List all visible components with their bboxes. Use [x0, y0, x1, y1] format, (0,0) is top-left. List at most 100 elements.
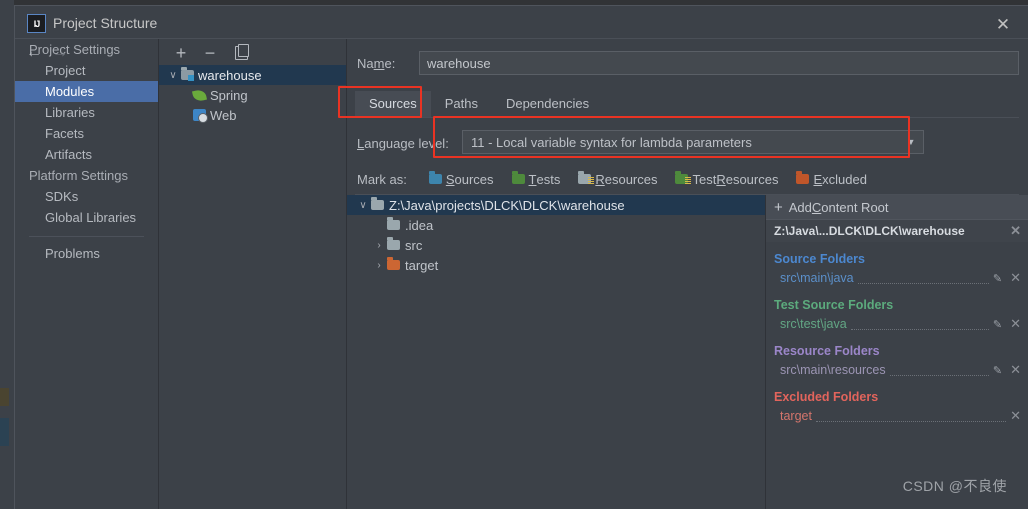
folder-entry[interactable]: src\main\java ✎ ✕ — [774, 268, 1028, 288]
folder-entry[interactable]: target ✕ — [774, 406, 1028, 426]
module-toolbar: + − — [159, 39, 346, 67]
module-name-label: Name: — [357, 56, 395, 71]
web-globe-icon — [193, 109, 208, 123]
sidebar-item-facets[interactable]: Facets — [15, 123, 158, 144]
content-root-tree-row[interactable]: ∨ Z:\Java\projects\DLCK\DLCK\warehouse — [347, 195, 765, 215]
add-content-root-label-post: ontent Root — [821, 199, 889, 215]
sidebar-item-sdks[interactable]: SDKs — [15, 186, 158, 207]
dialog-body: IJ Project Structure ✕ ← → Project Setti… — [14, 5, 1028, 509]
copy-module-button[interactable] — [231, 43, 251, 63]
watermark: CSDN @不良使 — [902, 478, 1007, 494]
sidebar-group-label: Platform Settings — [29, 168, 128, 183]
back-arrow-icon[interactable]: ← — [23, 43, 45, 63]
mark-as-label-post: esources — [604, 171, 658, 187]
chevron-down-icon[interactable]: ▼ — [899, 137, 923, 147]
language-level-dropdown[interactable]: 11 - Local variable syntax for lambda pa… — [462, 130, 924, 154]
forward-arrow-icon[interactable]: → — [49, 43, 71, 63]
close-icon[interactable]: ✕ — [991, 14, 1015, 34]
copy-icon — [234, 44, 249, 60]
content-root-tree-row[interactable]: › src — [347, 235, 765, 255]
content-root-tree-row[interactable]: › target — [347, 255, 765, 275]
module-editor: Name: SourcesPathsDependencies Language … — [347, 39, 1028, 509]
folder-excluded-icon — [796, 171, 810, 184]
folder-group: Source Folders src\main\java ✎ ✕ — [766, 252, 1028, 288]
mark-as-sources[interactable]: Sources — [428, 171, 494, 187]
language-level-value: 11 - Local variable syntax for lambda pa… — [471, 134, 752, 150]
intellij-logo-icon: IJ — [27, 14, 46, 33]
tab-paths[interactable]: Paths — [431, 91, 492, 117]
folder-group: Resource Folders src\main\resources ✎ ✕ — [766, 344, 1028, 380]
add-content-root-label-pre: Add — [788, 199, 812, 215]
mark-as-mnemonic: T — [528, 171, 537, 187]
editor-tabs: Sources Paths Dependencies — [355, 91, 603, 117]
folder-entry[interactable]: src\test\java ✎ ✕ — [774, 314, 1028, 334]
remove-folder-icon[interactable]: ✕ — [1010, 316, 1021, 332]
add-content-root-button[interactable]: + Add Content Root — [766, 195, 1028, 219]
mark-as-tests[interactable]: Tests — [511, 171, 560, 187]
tab-dependencies[interactable]: Dependencies — [492, 91, 603, 117]
chevron-icon[interactable]: › — [371, 240, 387, 251]
folder-entry-path: src\main\resources — [780, 363, 886, 377]
add-content-root-mnemonic: C — [811, 199, 822, 215]
folder-entry[interactable]: src\main\resources ✎ ✕ — [774, 360, 1028, 380]
mark-as-label-pre: Test — [692, 171, 717, 187]
sidebar-list: Project Settings Project Modules Libraries F… — [15, 39, 158, 264]
remove-folder-icon[interactable]: ✕ — [1010, 408, 1021, 424]
edit-pencil-icon[interactable]: ✎ — [993, 318, 1002, 331]
edit-pencil-icon[interactable]: ✎ — [993, 272, 1002, 285]
folder-group-title: Excluded Folders — [774, 390, 879, 404]
mark-as-resources[interactable]: Resources — [578, 171, 658, 187]
module-tree-row-facet[interactable]: Web — [159, 105, 346, 125]
content-root-details: + Add Content Root Z:\Java\...DLCK\DLCK\… — [766, 195, 1028, 509]
name-label-mnemonic: m — [373, 56, 385, 71]
folder-group-title: Resource Folders — [774, 344, 880, 358]
content-root-tree-label: Z:\Java\projects\DLCK\DLCK\warehouse — [389, 197, 625, 213]
folder-gray-icon — [371, 197, 384, 210]
module-tree: ∨ warehouse Spring Web — [159, 65, 346, 125]
mark-as-excluded[interactable]: Excluded — [796, 171, 867, 187]
sidebar-item-libraries[interactable]: Libraries — [15, 102, 158, 123]
remove-module-button[interactable]: − — [200, 43, 220, 63]
chevron-icon[interactable]: ∨ — [355, 200, 371, 211]
mark-as-options: Sources Tests Resources Test Resources Exclu… — [428, 171, 885, 187]
content-roots-area: ∨ Z:\Java\projects\DLCK\DLCK\warehouse .id… — [347, 195, 1028, 509]
folder-group-title: Source Folders — [774, 252, 865, 266]
chevron-icon[interactable]: › — [371, 260, 387, 271]
module-tree-row-facet[interactable]: Spring — [159, 85, 346, 105]
tabs-divider — [355, 117, 1019, 118]
sidebar-divider — [29, 236, 144, 237]
module-name-input[interactable] — [419, 51, 1019, 75]
name-label-post: e: — [384, 56, 396, 71]
folder-entry-path: src\main\java — [780, 271, 854, 285]
chevron-down-icon[interactable]: ∨ — [165, 70, 181, 81]
language-label-rest: anguage level: — [364, 136, 449, 151]
mark-as-row: Mark as: Sources Tests Resources Test Resou… — [357, 169, 885, 189]
content-root-tree-label: target — [405, 257, 439, 273]
sidebar-item-global-libraries[interactable]: Global Libraries — [15, 207, 158, 228]
mark-as-label-post: xcluded — [822, 171, 867, 187]
spring-leaf-icon — [191, 88, 208, 102]
add-module-button[interactable]: + — [171, 43, 191, 63]
sidebar-item-problems[interactable]: Problems — [15, 243, 158, 264]
edit-pencil-icon[interactable]: ✎ — [993, 364, 1002, 377]
mark-as-test-resources[interactable]: Test Resources — [675, 171, 778, 187]
content-root-tree-row[interactable]: .idea — [347, 215, 765, 235]
remove-folder-icon[interactable]: ✕ — [1010, 270, 1021, 286]
tab-sources[interactable]: Sources — [355, 91, 431, 117]
mark-as-label: Mark as: — [357, 171, 407, 187]
folder-group-title: Test Source Folders — [774, 298, 894, 312]
folder-entry-dots — [889, 374, 989, 376]
ide-backdrop-accent — [0, 418, 9, 446]
ide-backdrop-accent-secondary — [0, 388, 9, 406]
sidebar-item-artifacts[interactable]: Artifacts — [15, 144, 158, 165]
folder-gray-icon — [387, 237, 400, 250]
window-title: Project Structure — [53, 15, 158, 31]
remove-folder-icon[interactable]: ✕ — [1010, 362, 1021, 378]
folder-test-resources-icon — [675, 171, 692, 184]
sidebar-item-modules[interactable]: Modules — [15, 81, 158, 102]
folder-orange-icon — [387, 257, 400, 270]
plus-icon: + — [774, 198, 783, 216]
module-tree-row-module[interactable]: ∨ warehouse — [159, 65, 346, 85]
remove-content-root-icon[interactable]: ✕ — [1004, 223, 1021, 239]
content-root-tree: ∨ Z:\Java\projects\DLCK\DLCK\warehouse .id… — [347, 195, 766, 509]
